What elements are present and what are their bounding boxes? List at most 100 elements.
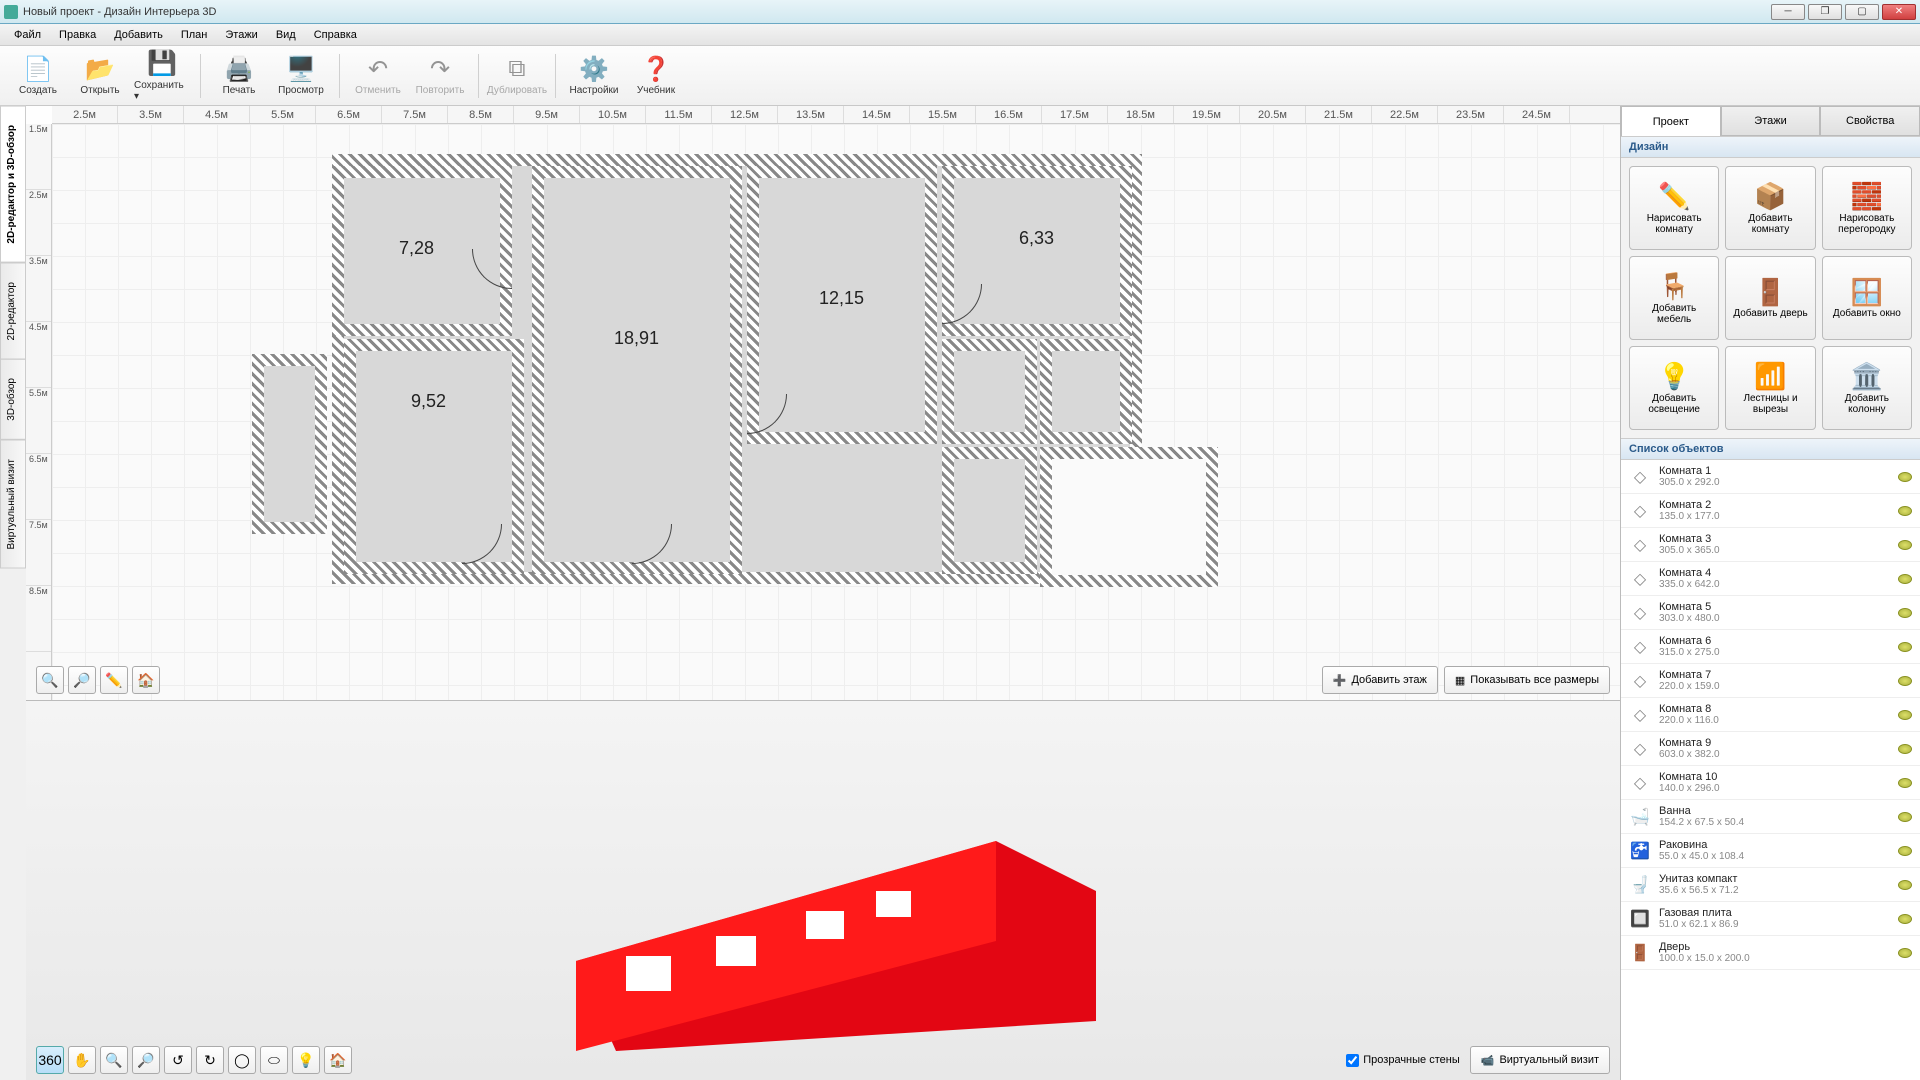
visibility-icon[interactable] (1898, 540, 1912, 550)
lasso-button[interactable]: ⬭ (260, 1046, 288, 1074)
plan-tools-right: ➕Добавить этаж ▦Показывать все размеры (1322, 666, 1610, 694)
object-Комната 9[interactable]: ◇Комната 9603.0 x 382.0 (1621, 732, 1920, 766)
home-3d-button[interactable]: 🏠 (324, 1046, 352, 1074)
zoom-in-3d-button[interactable]: 🔎 (132, 1046, 160, 1074)
design-Добавить окно[interactable]: 🪟Добавить окно (1822, 256, 1912, 340)
tool-Отменить: ↶Отменить (350, 49, 406, 103)
home-button[interactable]: 🏠 (132, 666, 160, 694)
menu-Правка[interactable]: Правка (51, 26, 104, 44)
virtual-visit-button[interactable]: 📹Виртуальный визит (1470, 1046, 1610, 1074)
design-Нарисовать перегородку[interactable]: 🧱Нарисовать перегородку (1822, 166, 1912, 250)
menu-Справка[interactable]: Справка (306, 26, 365, 44)
tool-Печать[interactable]: 🖨️Печать (211, 49, 267, 103)
object-icon: ◇ (1629, 670, 1651, 692)
object-Комната 10[interactable]: ◇Комната 10140.0 x 296.0 (1621, 766, 1920, 800)
menu-Вид[interactable]: Вид (268, 26, 304, 44)
select-button[interactable]: ◯ (228, 1046, 256, 1074)
plan-2d-area[interactable]: 2.5м3.5м4.5м5.5м6.5м7.5м8.5м9.5м10.5м11.… (26, 106, 1620, 700)
rotate-right-button[interactable]: ↻ (196, 1046, 224, 1074)
tool-Дублировать: ⧉Дублировать (489, 49, 545, 103)
canvas-2d[interactable]: 7,28 18,91 12,15 6,33 9,52 (52, 124, 1620, 700)
add-floor-button[interactable]: ➕Добавить этаж (1322, 666, 1438, 694)
zoom-out-button[interactable]: 🔍 (36, 666, 64, 694)
transparent-walls-checkbox[interactable]: Прозрачные стены (1346, 1054, 1459, 1067)
light-button[interactable]: 💡 (292, 1046, 320, 1074)
room-balcony-left[interactable] (252, 354, 327, 534)
object-Газовая плита[interactable]: 🔲Газовая плита51.0 x 62.1 x 86.9 (1621, 902, 1920, 936)
visibility-icon[interactable] (1898, 506, 1912, 516)
visibility-icon[interactable] (1898, 812, 1912, 822)
visibility-icon[interactable] (1898, 574, 1912, 584)
room-2[interactable]: 18,91 (532, 166, 742, 574)
design-Добавить мебель[interactable]: 🪑Добавить мебель (1629, 256, 1719, 340)
object-Комната 4[interactable]: ◇Комната 4335.0 x 642.0 (1621, 562, 1920, 596)
tool-Настройки[interactable]: ⚙️Настройки (566, 49, 622, 103)
rtab-Свойства[interactable]: Свойства (1820, 106, 1920, 136)
sidetab-3[interactable]: Виртуальный визит (0, 440, 26, 569)
sidetab-2[interactable]: 3D-обзор (0, 359, 26, 440)
rtab-Этажи[interactable]: Этажи (1721, 106, 1821, 136)
visibility-icon[interactable] (1898, 914, 1912, 924)
object-Комната 8[interactable]: ◇Комната 8220.0 x 116.0 (1621, 698, 1920, 732)
visibility-icon[interactable] (1898, 642, 1912, 652)
visibility-icon[interactable] (1898, 472, 1912, 482)
visibility-icon[interactable] (1898, 710, 1912, 720)
object-Комната 1[interactable]: ◇Комната 1305.0 x 292.0 (1621, 460, 1920, 494)
design-Добавить дверь[interactable]: 🚪Добавить дверь (1725, 256, 1815, 340)
sidetab-1[interactable]: 2D-редактор (0, 263, 26, 360)
preview-3d-area[interactable]: 360 ✋ 🔍 🔎 ↺ ↻ ◯ ⬭ 💡 🏠 Прозрачные стены 📹… (26, 700, 1620, 1080)
rotate-left-button[interactable]: ↺ (164, 1046, 192, 1074)
object-Комната 6[interactable]: ◇Комната 6315.0 x 275.0 (1621, 630, 1920, 664)
object-icon: ◇ (1629, 500, 1651, 522)
room-small-1[interactable] (942, 339, 1037, 444)
camera-icon: 📹 (1481, 1054, 1495, 1067)
object-Дверь[interactable]: 🚪Дверь100.0 x 15.0 x 200.0 (1621, 936, 1920, 970)
visibility-icon[interactable] (1898, 948, 1912, 958)
object-icon: 🔲 (1629, 908, 1651, 930)
room-balcony-right[interactable] (1040, 447, 1218, 587)
close-button[interactable]: ✕ (1882, 4, 1916, 20)
zoom-in-button[interactable]: 🔎 (68, 666, 96, 694)
design-Добавить комнату[interactable]: 📦Добавить комнату (1725, 166, 1815, 250)
draw-button[interactable]: ✏️ (100, 666, 128, 694)
object-Комната 5[interactable]: ◇Комната 5303.0 x 480.0 (1621, 596, 1920, 630)
tool-Открыть[interactable]: 📂Открыть (72, 49, 128, 103)
tool-Создать[interactable]: 📄Создать (10, 49, 66, 103)
rtab-Проект[interactable]: Проект (1621, 106, 1721, 136)
maximize-button[interactable]: ▢ (1845, 4, 1879, 20)
object-Комната 3[interactable]: ◇Комната 3305.0 x 365.0 (1621, 528, 1920, 562)
design-Добавить освещение[interactable]: 💡Добавить освещение (1629, 346, 1719, 430)
object-Ванна[interactable]: 🛁Ванна154.2 x 67.5 x 50.4 (1621, 800, 1920, 834)
room-small-3[interactable] (942, 447, 1037, 574)
design-icon: 🧱 (1851, 181, 1883, 213)
minimize-button[interactable]: ─ (1771, 4, 1805, 20)
visibility-icon[interactable] (1898, 744, 1912, 754)
object-Комната 2[interactable]: ◇Комната 2135.0 x 177.0 (1621, 494, 1920, 528)
design-Добавить колонну[interactable]: 🏛️Добавить колонну (1822, 346, 1912, 430)
menu-Этажи[interactable]: Этажи (217, 26, 265, 44)
show-dimensions-button[interactable]: ▦Показывать все размеры (1444, 666, 1610, 694)
restore-button[interactable]: ❐ (1808, 4, 1842, 20)
pan-button[interactable]: ✋ (68, 1046, 96, 1074)
menu-План[interactable]: План (173, 26, 216, 44)
visibility-icon[interactable] (1898, 608, 1912, 618)
object-Раковина[interactable]: 🚰Раковина55.0 x 45.0 x 108.4 (1621, 834, 1920, 868)
design-Лестницы и вырезы[interactable]: 📶Лестницы и вырезы (1725, 346, 1815, 430)
visibility-icon[interactable] (1898, 880, 1912, 890)
zoom-out-3d-button[interactable]: 🔍 (100, 1046, 128, 1074)
object-icon: ◇ (1629, 772, 1651, 794)
tool-Учебник[interactable]: ❓Учебник (628, 49, 684, 103)
object-Комната 7[interactable]: ◇Комната 7220.0 x 159.0 (1621, 664, 1920, 698)
menu-Добавить[interactable]: Добавить (106, 26, 171, 44)
menu-Файл[interactable]: Файл (6, 26, 49, 44)
sidetab-0[interactable]: 2D-редактор и 3D-обзор (0, 106, 26, 263)
visibility-icon[interactable] (1898, 846, 1912, 856)
object-Унитаз компакт[interactable]: 🚽Унитаз компакт35.6 x 56.5 x 71.2 (1621, 868, 1920, 902)
tool-Просмотр[interactable]: 🖥️Просмотр (273, 49, 329, 103)
tool-Сохранить[interactable]: 💾Сохранить ▾ (134, 49, 190, 103)
room-small-2[interactable] (1040, 339, 1132, 444)
visibility-icon[interactable] (1898, 778, 1912, 788)
visibility-icon[interactable] (1898, 676, 1912, 686)
design-Нарисовать комнату[interactable]: ✏️Нарисовать комнату (1629, 166, 1719, 250)
orbit-button[interactable]: 360 (36, 1046, 64, 1074)
